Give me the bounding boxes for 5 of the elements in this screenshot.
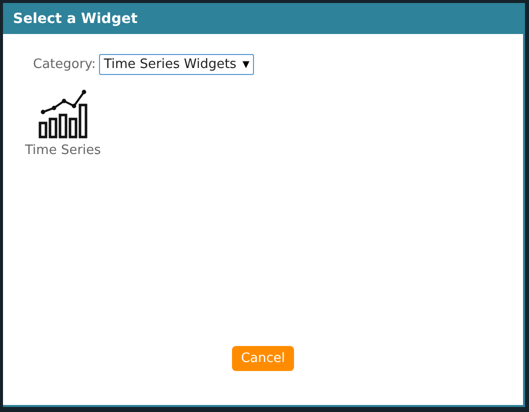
category-label: Category: [33,57,96,72]
widget-tile[interactable]: Time Series [23,87,103,160]
category-dropdown[interactable]: Time Series Widgets ▼ [98,54,254,75]
bar-line-chart-icon [38,89,88,139]
dialog-title: Select a Widget [13,10,138,26]
